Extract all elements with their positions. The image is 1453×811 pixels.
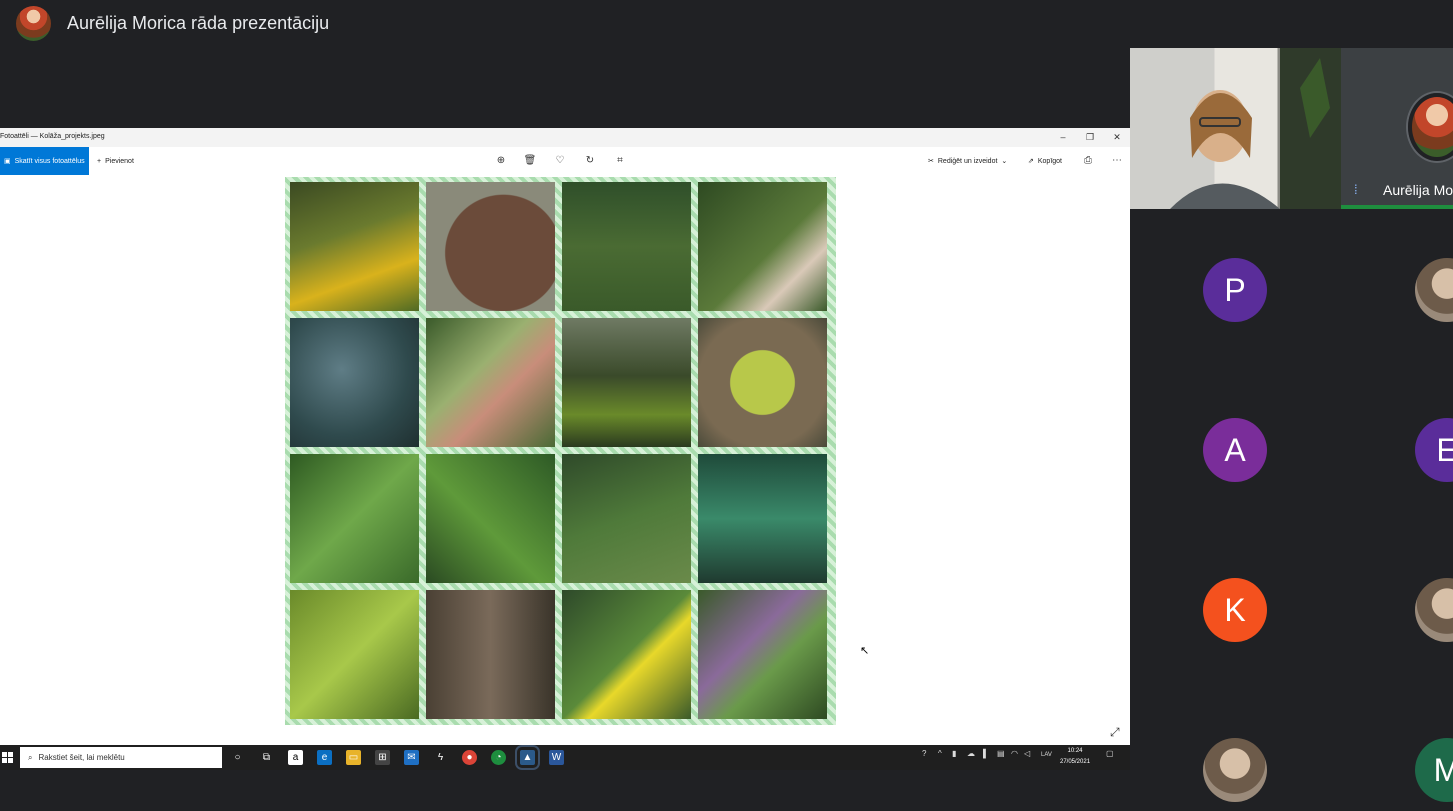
- collage-photo: [698, 182, 827, 311]
- task-view-icon[interactable]: ⧉: [259, 750, 274, 765]
- search-icon: ⌕: [28, 752, 33, 762]
- network-icon[interactable]: ▤: [997, 749, 1005, 758]
- file-explorer-icon[interactable]: ▭: [346, 750, 361, 765]
- wifi-icon[interactable]: ◠: [1011, 749, 1018, 758]
- collage-photo: [562, 590, 691, 719]
- mail-icon[interactable]: ✉: [404, 750, 419, 765]
- clock-date: 27/05/2021: [1060, 759, 1091, 765]
- edit-icon: ✂: [928, 158, 934, 165]
- language-indicator[interactable]: LAV: [1041, 752, 1052, 758]
- view-all-label: Skatīt visus fotoattēlus: [14, 157, 85, 165]
- minimize-icon[interactable]: –: [1053, 130, 1073, 145]
- view-all-photos-button[interactable]: ▣ Skatīt visus fotoattēlus: [0, 147, 89, 175]
- shared-screen: Fotoattēli — Kolāža_projekts.jpeg – ❐ ✕ …: [0, 128, 1130, 770]
- print-icon[interactable]: ⎙: [1081, 154, 1095, 168]
- self-video-tile[interactable]: [1130, 48, 1341, 209]
- meeting-window: Aurēlija Morica rāda prezentāciju Fotoat…: [0, 0, 1453, 811]
- search-placeholder: Rakstiet šeit, lai meklētu: [38, 753, 125, 762]
- chevron-down-icon: ⌄: [1001, 158, 1008, 165]
- system-clock[interactable]: 10:24 27/05/2021: [1060, 746, 1090, 768]
- window-title: Fotoattēli — Kolāža_projekts.jpeg: [0, 133, 105, 140]
- battery-icon[interactable]: ▮: [952, 749, 956, 758]
- share-label: Kopīgot: [1037, 157, 1063, 165]
- chrome-icon[interactable]: ●: [462, 750, 477, 765]
- collage-photo: [290, 318, 419, 447]
- participant-video: [1170, 48, 1341, 209]
- participants-panel: ⁞ Aurēlija Mo P A E K M: [1130, 48, 1453, 811]
- participant-avatar[interactable]: E: [1415, 418, 1453, 482]
- share-icon: ⇗: [1028, 158, 1034, 165]
- edit-create-button[interactable]: ✂ Rediģēt un izveidot ⌄: [928, 147, 1007, 175]
- chevron-up-icon[interactable]: ^: [938, 749, 942, 758]
- windows-taskbar: ⌕ Rakstiet šeit, lai meklētu ○ ⧉ a e ▭ ⊞…: [0, 745, 1130, 770]
- close-icon[interactable]: ✕: [1107, 130, 1127, 145]
- collage-photo: [698, 590, 827, 719]
- volume-icon[interactable]: ◁: [1024, 749, 1030, 758]
- notifications-icon[interactable]: ▢: [1106, 749, 1114, 758]
- collage-photo: [698, 454, 827, 583]
- delete-icon[interactable]: 🗑: [523, 154, 537, 168]
- photo-collage[interactable]: [285, 177, 836, 725]
- collage-photo: [426, 182, 555, 311]
- presenter-avatar: [16, 6, 51, 41]
- app-titlebar: Fotoattēli — Kolāža_projekts.jpeg – ❐ ✕: [0, 128, 1130, 147]
- participant-avatar[interactable]: [1415, 578, 1453, 642]
- photos-icon: ▣: [4, 158, 11, 165]
- collage-photo: [426, 454, 555, 583]
- restore-icon[interactable]: ❐: [1080, 130, 1100, 145]
- microphone-icon[interactable]: ▌: [983, 749, 989, 758]
- store-icon[interactable]: ⊞: [375, 750, 390, 765]
- collage-photo: [698, 318, 827, 447]
- collage-photo: [562, 318, 691, 447]
- collage-photo: [290, 590, 419, 719]
- speaker-highlight: [1341, 205, 1453, 209]
- zoom-icon[interactable]: ⊕: [494, 154, 508, 168]
- collage-photo: [290, 182, 419, 311]
- more-icon[interactable]: ⋯: [1110, 154, 1124, 168]
- collage-photo: [426, 318, 555, 447]
- cortana-icon[interactable]: ○: [230, 750, 245, 765]
- participant-avatar[interactable]: P: [1203, 258, 1267, 322]
- collage-photo: [426, 590, 555, 719]
- plus-icon: +: [97, 157, 102, 165]
- speaker-name: Aurēlija Mo: [1383, 182, 1453, 198]
- presenter-bar: Aurēlija Morica rāda prezentāciju: [0, 0, 1130, 48]
- lightning-app-icon[interactable]: ϟ: [433, 750, 448, 765]
- rotate-icon[interactable]: ↻: [583, 154, 597, 168]
- word-icon[interactable]: W: [549, 750, 564, 765]
- participant-avatar[interactable]: [1203, 738, 1267, 802]
- audio-level-icon: ⁞: [1354, 182, 1358, 197]
- participant-avatar[interactable]: M: [1415, 738, 1453, 802]
- help-icon[interactable]: ?: [922, 749, 926, 758]
- windows-start-icon[interactable]: [2, 752, 13, 763]
- add-button[interactable]: + Pievienot: [97, 147, 134, 175]
- photos-app-icon[interactable]: ▲: [515, 745, 540, 770]
- participant-avatar[interactable]: A: [1203, 418, 1267, 482]
- app-toolbar: ▣ Skatīt visus fotoattēlus + Pievienot ⊕…: [0, 147, 1130, 175]
- amazon-icon[interactable]: a: [288, 750, 303, 765]
- presenter-title: Aurēlija Morica rāda prezentāciju: [67, 13, 330, 33]
- expand-icon[interactable]: ⤢: [1110, 725, 1124, 739]
- cloud-icon[interactable]: ☁: [967, 749, 975, 758]
- collage-photo: [290, 454, 419, 583]
- share-button[interactable]: ⇗ Kopīgot: [1028, 147, 1062, 175]
- collage-photo: [562, 182, 691, 311]
- whatsapp-icon[interactable]: ◔: [491, 750, 506, 765]
- add-label: Pievienot: [105, 157, 134, 165]
- mouse-cursor-icon: ↖: [860, 645, 870, 657]
- edge-icon[interactable]: e: [317, 750, 332, 765]
- participant-avatar[interactable]: K: [1203, 578, 1267, 642]
- taskbar-search[interactable]: ⌕ Rakstiet šeit, lai meklētu: [20, 747, 222, 768]
- crop-icon[interactable]: ⌗: [613, 154, 627, 168]
- favorite-icon[interactable]: ♡: [553, 154, 567, 168]
- participant-avatar[interactable]: [1415, 258, 1453, 322]
- clock-time: 10:24: [1067, 748, 1083, 754]
- collage-photo: [562, 454, 691, 583]
- edit-label: Rediģēt un izveidot: [937, 157, 998, 165]
